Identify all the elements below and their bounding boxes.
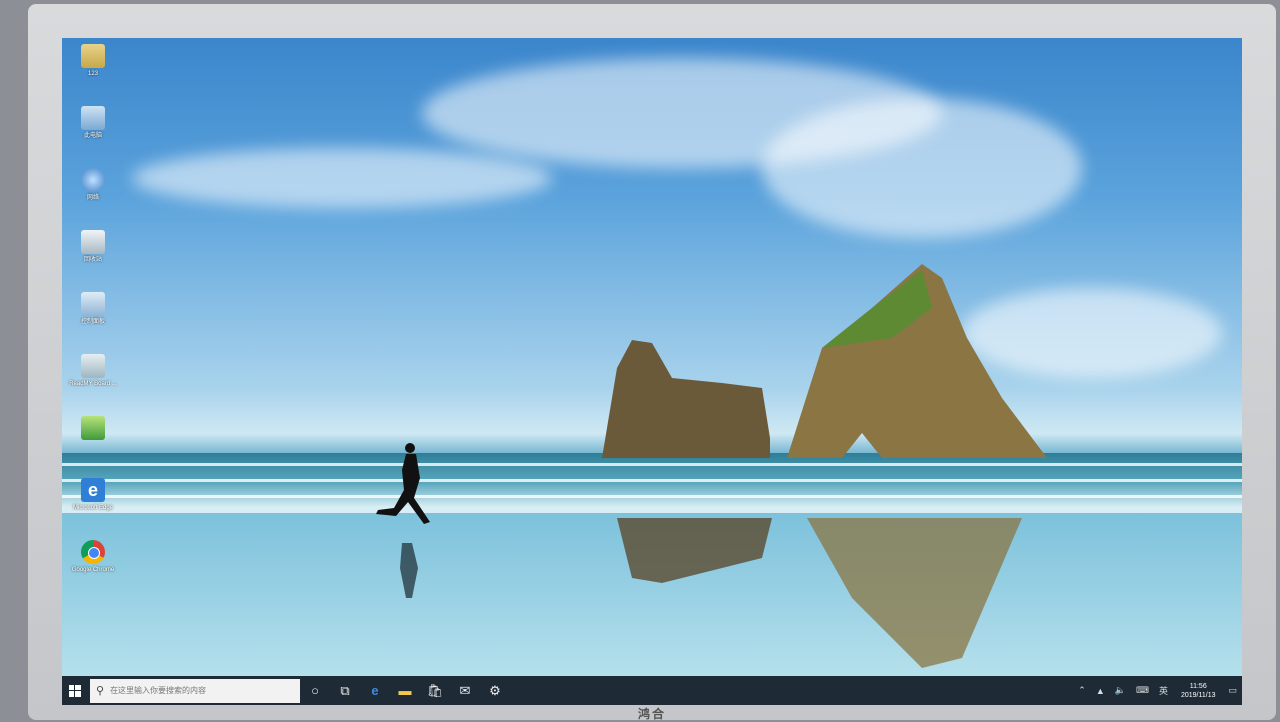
task-view-icon[interactable]: ⧉ <box>330 676 360 705</box>
store-icon[interactable]: 🛍 <box>420 676 450 705</box>
volume-icon[interactable]: 🔈 <box>1115 685 1126 696</box>
cortana-icon[interactable]: ○ <box>300 676 330 705</box>
network-icon <box>81 168 105 192</box>
desktop-screen: 123 此电脑 网络 回收站 控制面板 ReadMY Board ... e M… <box>62 38 1242 705</box>
desktop-icon-computer[interactable]: 此电脑 <box>68 106 118 140</box>
wallpaper <box>62 38 1242 676</box>
file-explorer-icon[interactable]: ▬ <box>390 676 420 705</box>
system-tray: ⌃ ▲ 🔈 ⌨ 英 11:56 2019/11/13 ▭ <box>1073 682 1242 700</box>
input-language[interactable]: 英 <box>1159 684 1168 697</box>
computer-icon <box>81 106 105 130</box>
board-icon <box>81 354 105 378</box>
settings-icon[interactable]: ⚙ <box>480 676 510 705</box>
keyboard-icon[interactable]: ⌨ <box>1136 685 1149 696</box>
desktop-icon-edge[interactable]: e Microsoft Edge <box>68 478 118 512</box>
desktop-icon-network[interactable]: 网络 <box>68 168 118 202</box>
notification-icon[interactable]: ▭ <box>1228 685 1237 696</box>
clock-date: 2019/11/13 <box>1180 691 1216 699</box>
desktop-icon-control-panel[interactable]: 控制面板 <box>68 292 118 326</box>
search-input[interactable]: ⚲ 在这里输入你要搜索的内容 <box>90 678 300 703</box>
user-folder-icon <box>81 44 105 68</box>
monitor-brand: 鸿合 <box>637 707 666 721</box>
desktop-icon-recycle-bin[interactable]: 回收站 <box>68 230 118 264</box>
desktop-icon-chrome[interactable]: Google Chrome <box>68 540 118 574</box>
mail-icon[interactable]: ✉ <box>450 676 480 705</box>
desktop-icon-picture[interactable] <box>68 416 118 440</box>
picture-icon <box>81 416 105 440</box>
clock-time: 11:56 <box>1189 682 1207 690</box>
desktop-icon-board[interactable]: ReadMY Board ... <box>68 354 118 388</box>
taskbar: ⚲ 在这里输入你要搜索的内容 ○ ⧉ e ▬ 🛍 ✉ ⚙ ⌃ ▲ 🔈 ⌨ 英 1… <box>62 676 1242 705</box>
desktop-icon-user[interactable]: 123 <box>68 44 118 78</box>
recycle-bin-icon <box>81 230 105 254</box>
edge-taskbar-icon[interactable]: e <box>360 676 390 705</box>
start-button[interactable] <box>62 676 88 705</box>
chrome-icon <box>81 540 105 564</box>
network-tray-icon[interactable]: ▲ <box>1096 686 1105 696</box>
rocks-scene <box>376 264 1047 668</box>
clock[interactable]: 11:56 2019/11/13 <box>1181 682 1216 700</box>
windows-icon <box>69 684 81 697</box>
search-icon: ⚲ <box>96 685 105 697</box>
control-panel-icon <box>81 292 105 316</box>
chevron-up-icon[interactable]: ⌃ <box>1078 685 1086 696</box>
edge-icon: e <box>81 478 105 502</box>
search-placeholder: 在这里输入你要搜索的内容 <box>110 686 207 695</box>
